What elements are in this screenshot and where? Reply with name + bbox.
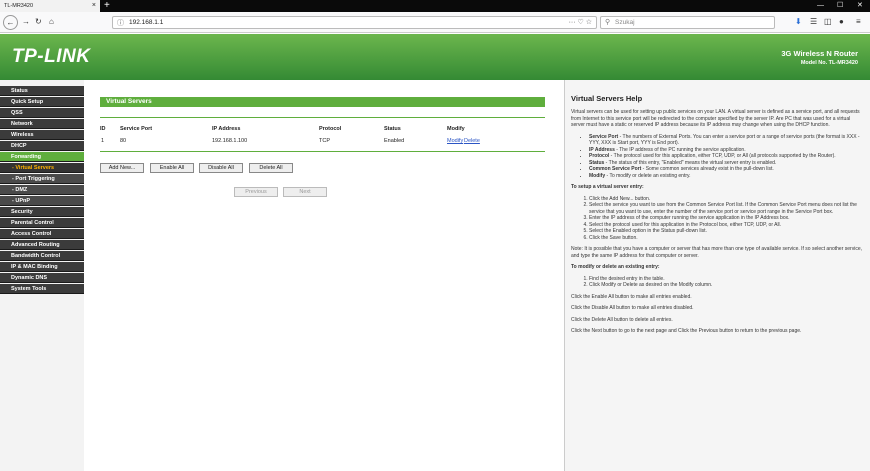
home-icon[interactable]: ⌂ [49, 17, 54, 27]
download-icon[interactable]: ⬇ [795, 17, 802, 27]
sidebar-icon[interactable]: ◫ [824, 17, 832, 27]
sidebar-menu: Status Quick Setup QSS Network Wireless … [0, 80, 84, 471]
help-panel: Virtual Servers Help Virtual servers can… [564, 80, 870, 471]
extension-icon[interactable]: ● [839, 17, 844, 27]
cell-service-port: 80 [120, 138, 127, 144]
divider [100, 151, 545, 152]
next-button[interactable]: Next [283, 187, 327, 197]
delete-link[interactable]: Delete [464, 138, 480, 144]
column-header-modify: Modify [447, 126, 465, 132]
help-delete-all: Click the Delete All button to delete al… [571, 316, 673, 323]
disable-all-button[interactable]: Disable All [199, 163, 243, 173]
menu-icon[interactable]: ≡ [856, 17, 861, 27]
help-next-prev: Click the Next button to go to the next … [571, 328, 802, 334]
library-icon[interactable]: ☰ [810, 17, 817, 27]
previous-button[interactable]: Previous [234, 187, 278, 197]
tp-link-logo: TP-LINK [12, 46, 91, 67]
add-new-button[interactable]: Add New... [100, 163, 144, 173]
sidebar-item-port-triggering[interactable]: - Port Triggering [0, 174, 84, 184]
column-header-service-port: Service Port [120, 126, 153, 132]
column-header-status: Status [384, 126, 401, 132]
help-field-list: Service Port - The numbers of External P… [589, 134, 864, 180]
help-setup-heading: To setup a virtual server entry: [571, 184, 644, 190]
help-modify-steps: Find the desired entry in the table. Cli… [589, 276, 864, 289]
column-header-protocol: Protocol [319, 126, 342, 132]
router-header: TP-LINK 3G Wireless N Router Model No. T… [0, 34, 870, 80]
tab-title: TL-MR3420 [4, 3, 34, 9]
search-bar[interactable]: ⚲ Szukaj [600, 16, 775, 29]
new-tab-icon[interactable]: + [104, 0, 110, 12]
sidebar-item-forwarding[interactable]: Forwarding [0, 152, 84, 162]
sidebar-item-security[interactable]: Security [0, 207, 84, 217]
product-name: 3G Wireless N Router [781, 49, 858, 58]
help-intro: Virtual servers can be used for setting … [571, 109, 860, 128]
reload-icon[interactable]: ↻ [35, 17, 42, 27]
help-modify-heading: To modify or delete an existing entry: [571, 264, 660, 270]
list-item: Click the Save button. [589, 235, 864, 242]
cell-id: 1 [101, 138, 105, 144]
sidebar-item-dmz[interactable]: - DMZ [0, 185, 84, 195]
tab-close-icon[interactable]: × [92, 0, 96, 12]
list-item: Modify - To modify or delete an existing… [589, 173, 864, 180]
sidebar-item-dynamic-dns[interactable]: Dynamic DNS [0, 273, 84, 283]
cell-protocol: TCP [319, 138, 330, 144]
divider [100, 117, 545, 118]
help-title: Virtual Servers Help [571, 94, 643, 103]
sidebar-item-parental-control[interactable]: Parental Control [0, 218, 84, 228]
sidebar-item-virtual-servers[interactable]: - Virtual Servers [0, 163, 84, 173]
maximize-icon[interactable]: ☐ [837, 0, 843, 12]
forward-icon[interactable]: → [22, 17, 30, 27]
cell-status: Enabled [384, 138, 405, 144]
sidebar-item-dhcp[interactable]: DHCP [0, 141, 84, 151]
enable-all-button[interactable]: Enable All [150, 163, 194, 173]
browser-nav-bar: ← → ↻ ⌂ ⓘ 192.168.1.1 ··· ♡ ☆ ⚲ Szukaj ⬇… [0, 12, 870, 33]
close-window-icon[interactable]: ✕ [857, 0, 863, 12]
url-text[interactable]: 192.168.1.1 [129, 19, 163, 26]
search-icon: ⚲ [605, 19, 611, 26]
browser-tab[interactable]: TL-MR3420 × [0, 0, 100, 12]
sidebar-item-access-control[interactable]: Access Control [0, 229, 84, 239]
list-item: Click Modify or Delete as desired on the… [589, 282, 864, 289]
sidebar-item-upnp[interactable]: - UPnP [0, 196, 84, 206]
sidebar-item-network[interactable]: Network [0, 119, 84, 129]
column-header-ip-address: IP Address [212, 126, 241, 132]
list-item: Service Port - The numbers of External P… [589, 134, 864, 147]
help-note: Note: It is possible that you have a com… [571, 246, 862, 259]
delete-all-button[interactable]: Delete All [249, 163, 293, 173]
sidebar-item-advanced-routing[interactable]: Advanced Routing [0, 240, 84, 250]
info-icon[interactable]: ⓘ [117, 18, 124, 28]
minimize-icon[interactable]: — [817, 0, 824, 12]
sidebar-item-system-tools[interactable]: System Tools [0, 284, 84, 294]
modify-link[interactable]: Modify [447, 138, 463, 144]
sidebar-item-quick-setup[interactable]: Quick Setup [0, 97, 84, 107]
cell-ip-address: 192.168.1.100 [212, 138, 248, 144]
search-placeholder[interactable]: Szukaj [615, 19, 635, 26]
column-header-id: ID [100, 126, 106, 132]
help-enable-all: Click the Enable All button to make all … [571, 293, 692, 300]
url-bar[interactable]: ⓘ 192.168.1.1 ··· ♡ ☆ [112, 16, 597, 29]
sidebar-item-qss[interactable]: QSS [0, 108, 84, 118]
help-disable-all: Click the Disable All button to make all… [571, 305, 694, 311]
model-number: Model No. TL-MR3420 [800, 60, 858, 66]
list-item: Select the service you want to use from … [589, 202, 864, 215]
page-actions-icon[interactable]: ··· ♡ ☆ [569, 18, 592, 26]
main-content: Virtual Servers ID Service Port IP Addre… [84, 80, 564, 471]
back-icon[interactable]: ← [3, 15, 18, 30]
sidebar-item-wireless[interactable]: Wireless [0, 130, 84, 140]
browser-tab-bar: TL-MR3420 × + — ☐ ✕ [0, 0, 870, 12]
sidebar-item-ip-mac-binding[interactable]: IP & MAC Binding [0, 262, 84, 272]
help-setup-steps: Click the Add New... button. Select the … [589, 196, 864, 242]
page-title: Virtual Servers [100, 97, 545, 107]
sidebar-item-bandwidth-control[interactable]: Bandwidth Control [0, 251, 84, 261]
sidebar-item-status[interactable]: Status [0, 86, 84, 96]
